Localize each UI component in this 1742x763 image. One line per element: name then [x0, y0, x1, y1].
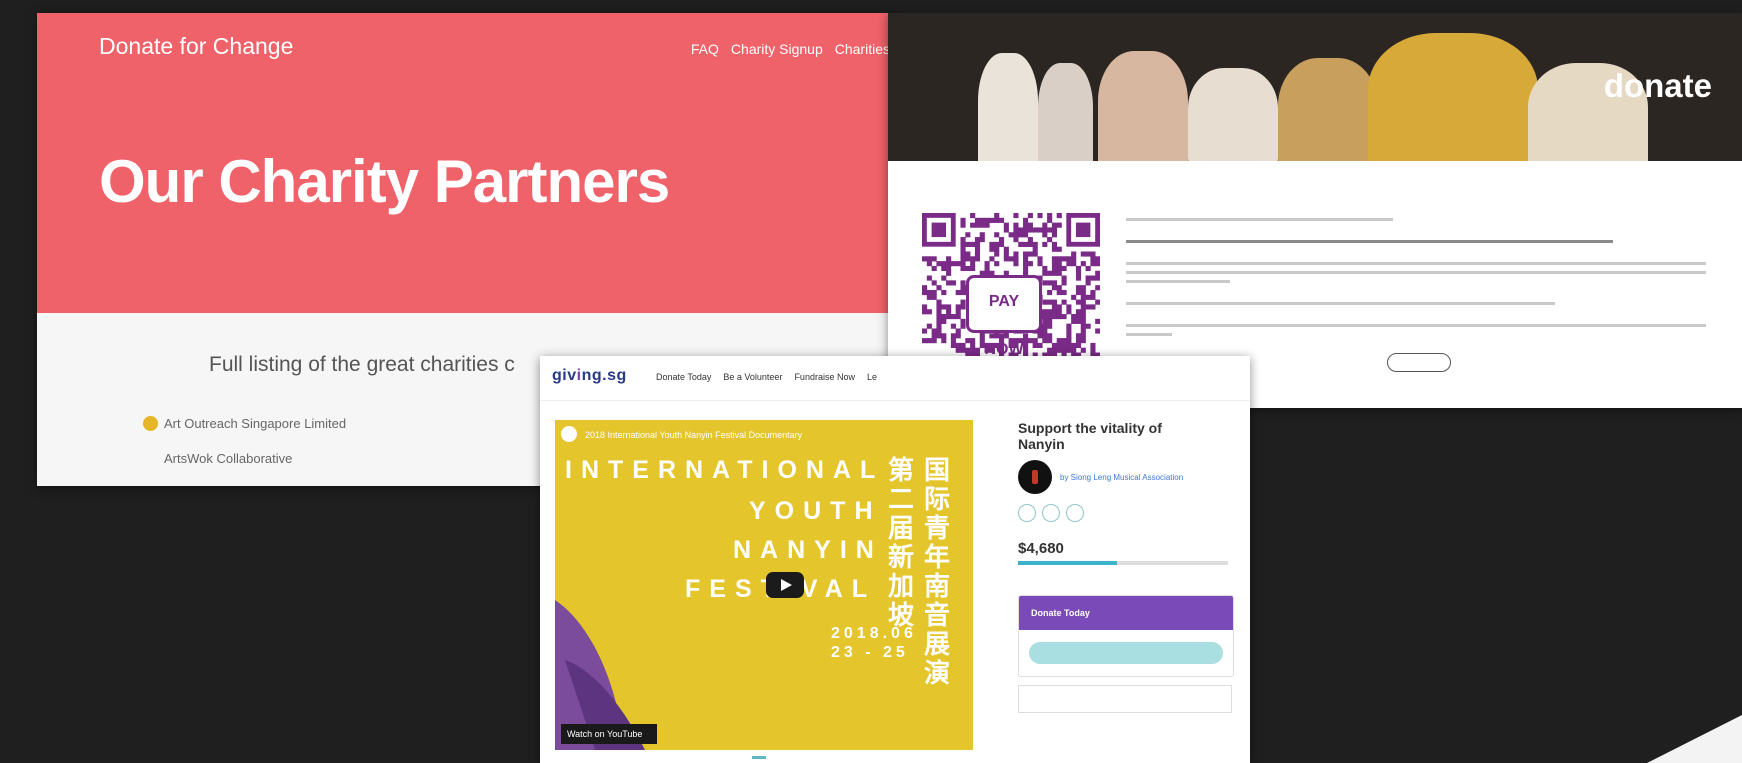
- organiser-logo: [1018, 460, 1052, 494]
- poster-chinese-2: 国际青年南音展演: [923, 455, 950, 688]
- donate-panel: Donate Today: [1018, 595, 1234, 677]
- poster-line-3: NANYIN: [733, 536, 883, 564]
- top-nav: FAQ Charity Signup Charities: [691, 41, 890, 57]
- banner-photo: donate: [888, 13, 1742, 161]
- giving-sg-screenshot: giving.sg Donate Today Be a Volunteer Fu…: [540, 356, 1250, 763]
- page-title: Our Charity Partners: [99, 148, 670, 215]
- poster-date: 2018.06 23 - 25: [831, 625, 917, 661]
- nav-donate-today[interactable]: Donate Today: [656, 372, 711, 382]
- site-brand[interactable]: Donate for Change: [99, 33, 293, 60]
- progress-fill: [1018, 561, 1117, 565]
- charity-badge-icon: [143, 451, 158, 466]
- video-title: 2018 International Youth Nanyin Festival…: [585, 430, 803, 440]
- donate-button[interactable]: [1387, 353, 1451, 372]
- campaign-info-box: [1018, 685, 1232, 713]
- list-item[interactable]: Art Outreach Singapore Limited: [143, 416, 346, 431]
- hero-banner: Donate for Change FAQ Charity Signup Cha…: [37, 13, 890, 313]
- donate-panel-header: Donate Today: [1019, 596, 1233, 630]
- poster-line-2: YOUTH: [749, 497, 882, 525]
- list-item-label: ArtsWok Collaborative: [164, 451, 293, 466]
- poster-chinese-1: 第二届新加坡: [887, 455, 914, 630]
- video-player[interactable]: 2018 International Youth Nanyin Festival…: [555, 420, 973, 750]
- campaign-sidebar: Support the vitality of Nanyin by Siong …: [1018, 420, 1238, 713]
- donate-paynow-screenshot: donate PAY NOW: [888, 13, 1742, 408]
- top-nav: Donate Today Be a Volunteer Fundraise No…: [656, 372, 877, 382]
- nav-faq[interactable]: FAQ: [691, 41, 719, 57]
- list-item-label: Art Outreach Singapore Limited: [164, 416, 347, 431]
- nav-charity-signup[interactable]: Charity Signup: [731, 41, 823, 57]
- watch-on-youtube[interactable]: Watch on YouTube: [561, 724, 657, 744]
- charity-badge-icon: [143, 416, 158, 431]
- giving-sg-logo[interactable]: giving.sg: [552, 367, 627, 385]
- nav-learn[interactable]: Le: [867, 372, 877, 382]
- banner-title: donate: [1603, 67, 1712, 104]
- facebook-share-icon[interactable]: [1018, 504, 1036, 522]
- nav-fundraise-now[interactable]: Fundraise Now: [794, 372, 855, 382]
- campaign-title: Support the vitality of Nanyin: [1018, 420, 1162, 452]
- twitter-share-icon[interactable]: [1042, 504, 1060, 522]
- play-button[interactable]: [766, 572, 804, 598]
- paynow-logo-icon: PAY NOW: [966, 275, 1042, 358]
- organiser-link[interactable]: by Siong Leng Musical Association: [1060, 473, 1183, 482]
- amount-raised: $4,680: [1018, 540, 1064, 557]
- site-header: giving.sg Donate Today Be a Volunteer Fu…: [540, 356, 1250, 401]
- donation-instructions: [1126, 218, 1706, 342]
- page-corner: [1647, 715, 1742, 763]
- charity-list: Art Outreach Singapore Limited ArtsWok C…: [143, 416, 346, 486]
- caption-mark: [752, 756, 766, 759]
- share-buttons: [1018, 504, 1238, 522]
- donate-now-button[interactable]: [1029, 642, 1223, 664]
- email-share-icon[interactable]: [1066, 504, 1084, 522]
- nav-be-a-volunteer[interactable]: Be a Volunteer: [723, 372, 782, 382]
- list-item[interactable]: ArtsWok Collaborative: [143, 451, 346, 466]
- nav-charities[interactable]: Charities: [835, 41, 890, 57]
- poster-line-1: INTERNATIONAL: [565, 456, 885, 484]
- progress-bar: [1018, 561, 1228, 565]
- organiser: by Siong Leng Musical Association: [1018, 460, 1238, 494]
